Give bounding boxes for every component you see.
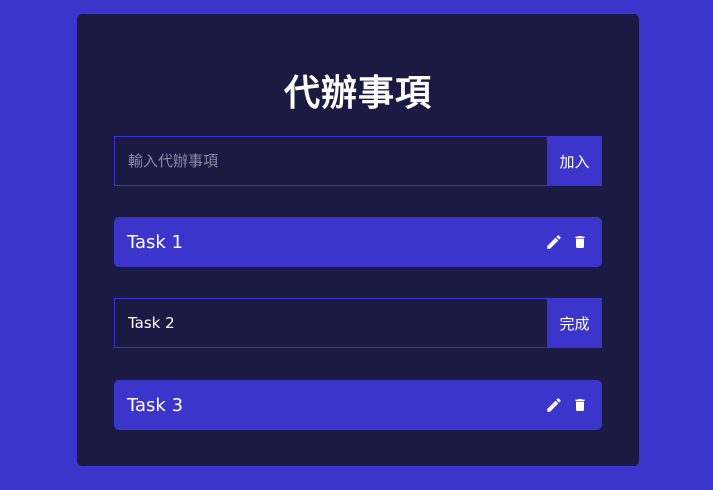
edit-todo-input[interactable] [114, 298, 547, 348]
pencil-icon[interactable] [545, 396, 563, 414]
edit-todo-form: 完成 [114, 298, 602, 348]
trash-icon[interactable] [571, 396, 589, 414]
new-todo-input[interactable] [114, 136, 547, 186]
todo-label: Task 3 [127, 394, 184, 416]
pencil-icon[interactable] [545, 233, 563, 251]
add-button[interactable]: 加入 [547, 136, 602, 186]
done-button[interactable]: 完成 [547, 298, 602, 348]
trash-icon[interactable] [571, 233, 589, 251]
todo-label: Task 1 [127, 231, 184, 253]
new-todo-form: 加入 [114, 136, 602, 186]
page-title: 代辦事項 [283, 73, 432, 114]
todo-item: Task 1 [114, 217, 602, 267]
todo-actions [545, 396, 589, 414]
todo-item: Task 3 [114, 380, 602, 430]
todo-card: 代辦事項 加入 Task 1 完成 Task 3 [77, 14, 639, 466]
todo-actions [545, 233, 589, 251]
